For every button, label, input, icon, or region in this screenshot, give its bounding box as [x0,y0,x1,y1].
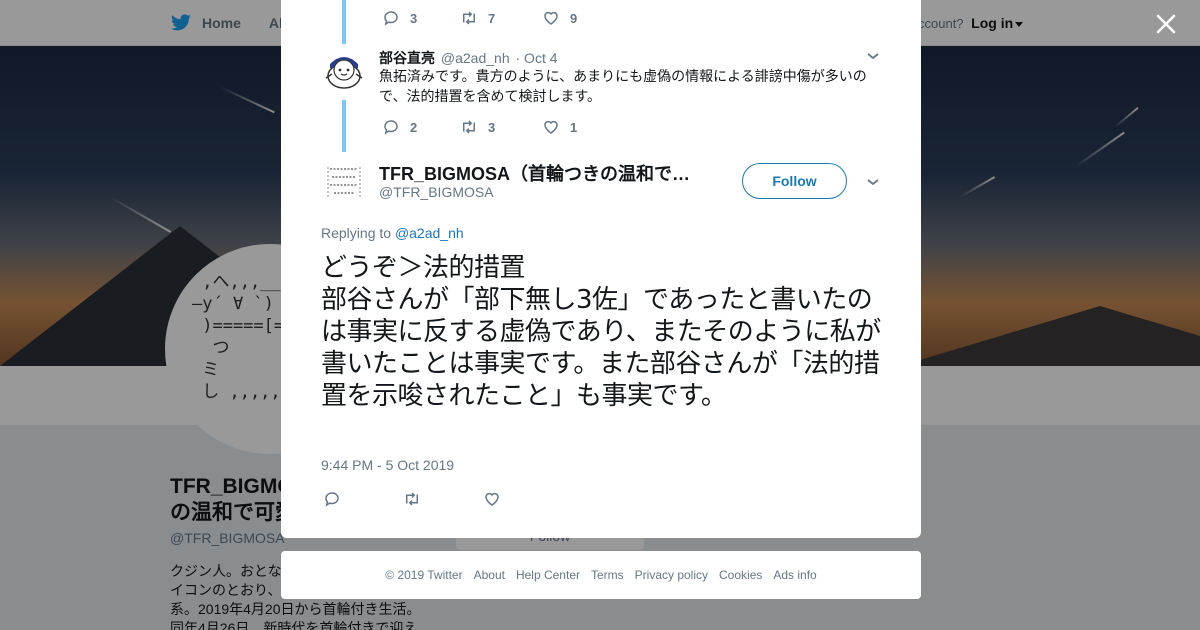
replying-to-link[interactable]: @a2ad_nh [395,225,464,241]
tweet-author-handle[interactable]: @a2ad_nh [441,50,510,66]
tweet-actions: 2 3 1 [382,118,577,136]
like-action[interactable]: 1 [542,118,577,136]
tweet-author-name[interactable]: TFR_BIGMOSA（首輪つきの温和で… [379,160,699,186]
avatar[interactable] [320,46,368,94]
tweet-timestamp[interactable]: 9:44 PM - 5 Oct 2019 [321,457,454,473]
replying-prefix: Replying to [321,225,392,241]
tweet-date[interactable]: · Oct 4 [516,50,558,66]
retweet-action[interactable] [403,490,483,508]
heart-icon [544,11,558,25]
footer-cookies-link[interactable]: Cookies [719,568,762,582]
footer-about-link[interactable]: About [474,568,505,582]
heart-icon [544,120,558,134]
footer-copyright: © 2019 Twitter [385,568,463,582]
avatar[interactable] [320,157,368,205]
close-icon[interactable] [1154,12,1178,36]
like-action[interactable]: 9 [542,9,577,27]
tweet-author-name[interactable]: 部谷直亮 [379,50,435,66]
like-count: 1 [570,119,578,135]
retweet-icon [463,11,475,25]
retweet-icon [406,492,418,506]
retweet-count: 3 [488,119,496,135]
main-tweet-actions [323,490,511,508]
reply-count: 3 [410,10,418,26]
footer-terms-link[interactable]: Terms [591,568,624,582]
footer-ads-link[interactable]: Ads info [773,568,816,582]
reply-icon [384,11,398,26]
ascii-avatar-icon [326,165,362,199]
footer-help-link[interactable]: Help Center [516,568,580,582]
reply-icon [325,492,339,507]
reply-icon [384,120,398,135]
cartoon-avatar-icon [325,57,363,89]
replying-to: Replying to @a2ad_nh [321,225,464,241]
thread-connector [342,100,346,152]
like-action[interactable] [483,490,511,508]
retweet-count: 7 [488,10,496,26]
like-count: 9 [570,10,578,26]
thread-connector [342,0,346,44]
main-tweet-text: どうぞ＞法的措置 部谷さんが「部下無し3佐」であったと書いたのは事実に反する虚偽… [321,253,881,411]
heart-icon [485,492,499,506]
retweet-icon [463,120,475,134]
tweet-header: 部谷直亮 @a2ad_nh · Oct 4 [379,48,558,68]
modal-footer: © 2019 Twitter About Help Center Terms P… [281,551,921,599]
retweet-action[interactable]: 7 [460,9,542,27]
tweet-author-handle[interactable]: @TFR_BIGMOSA [379,184,494,200]
reply-action[interactable] [323,490,403,508]
chevron-down-icon[interactable] [866,51,880,61]
reply-action[interactable]: 3 [382,9,460,27]
tweet-actions: 3 7 9 [382,9,577,27]
tweet-text: 魚拓済みです。貴方のように、あまりにも虚偽の情報による誹謗中傷が多いので、法的措… [379,68,867,104]
reply-count: 2 [410,119,418,135]
retweet-action[interactable]: 3 [460,118,542,136]
footer-privacy-link[interactable]: Privacy policy [635,568,708,582]
follow-button[interactable]: Follow [742,163,847,199]
tweet-modal: 3 7 9 部谷直亮 @a2ad_nh · Oct 4 魚拓済みです。貴方のよう… [281,0,921,538]
reply-action[interactable]: 2 [382,118,460,136]
chevron-down-icon[interactable] [866,177,880,187]
